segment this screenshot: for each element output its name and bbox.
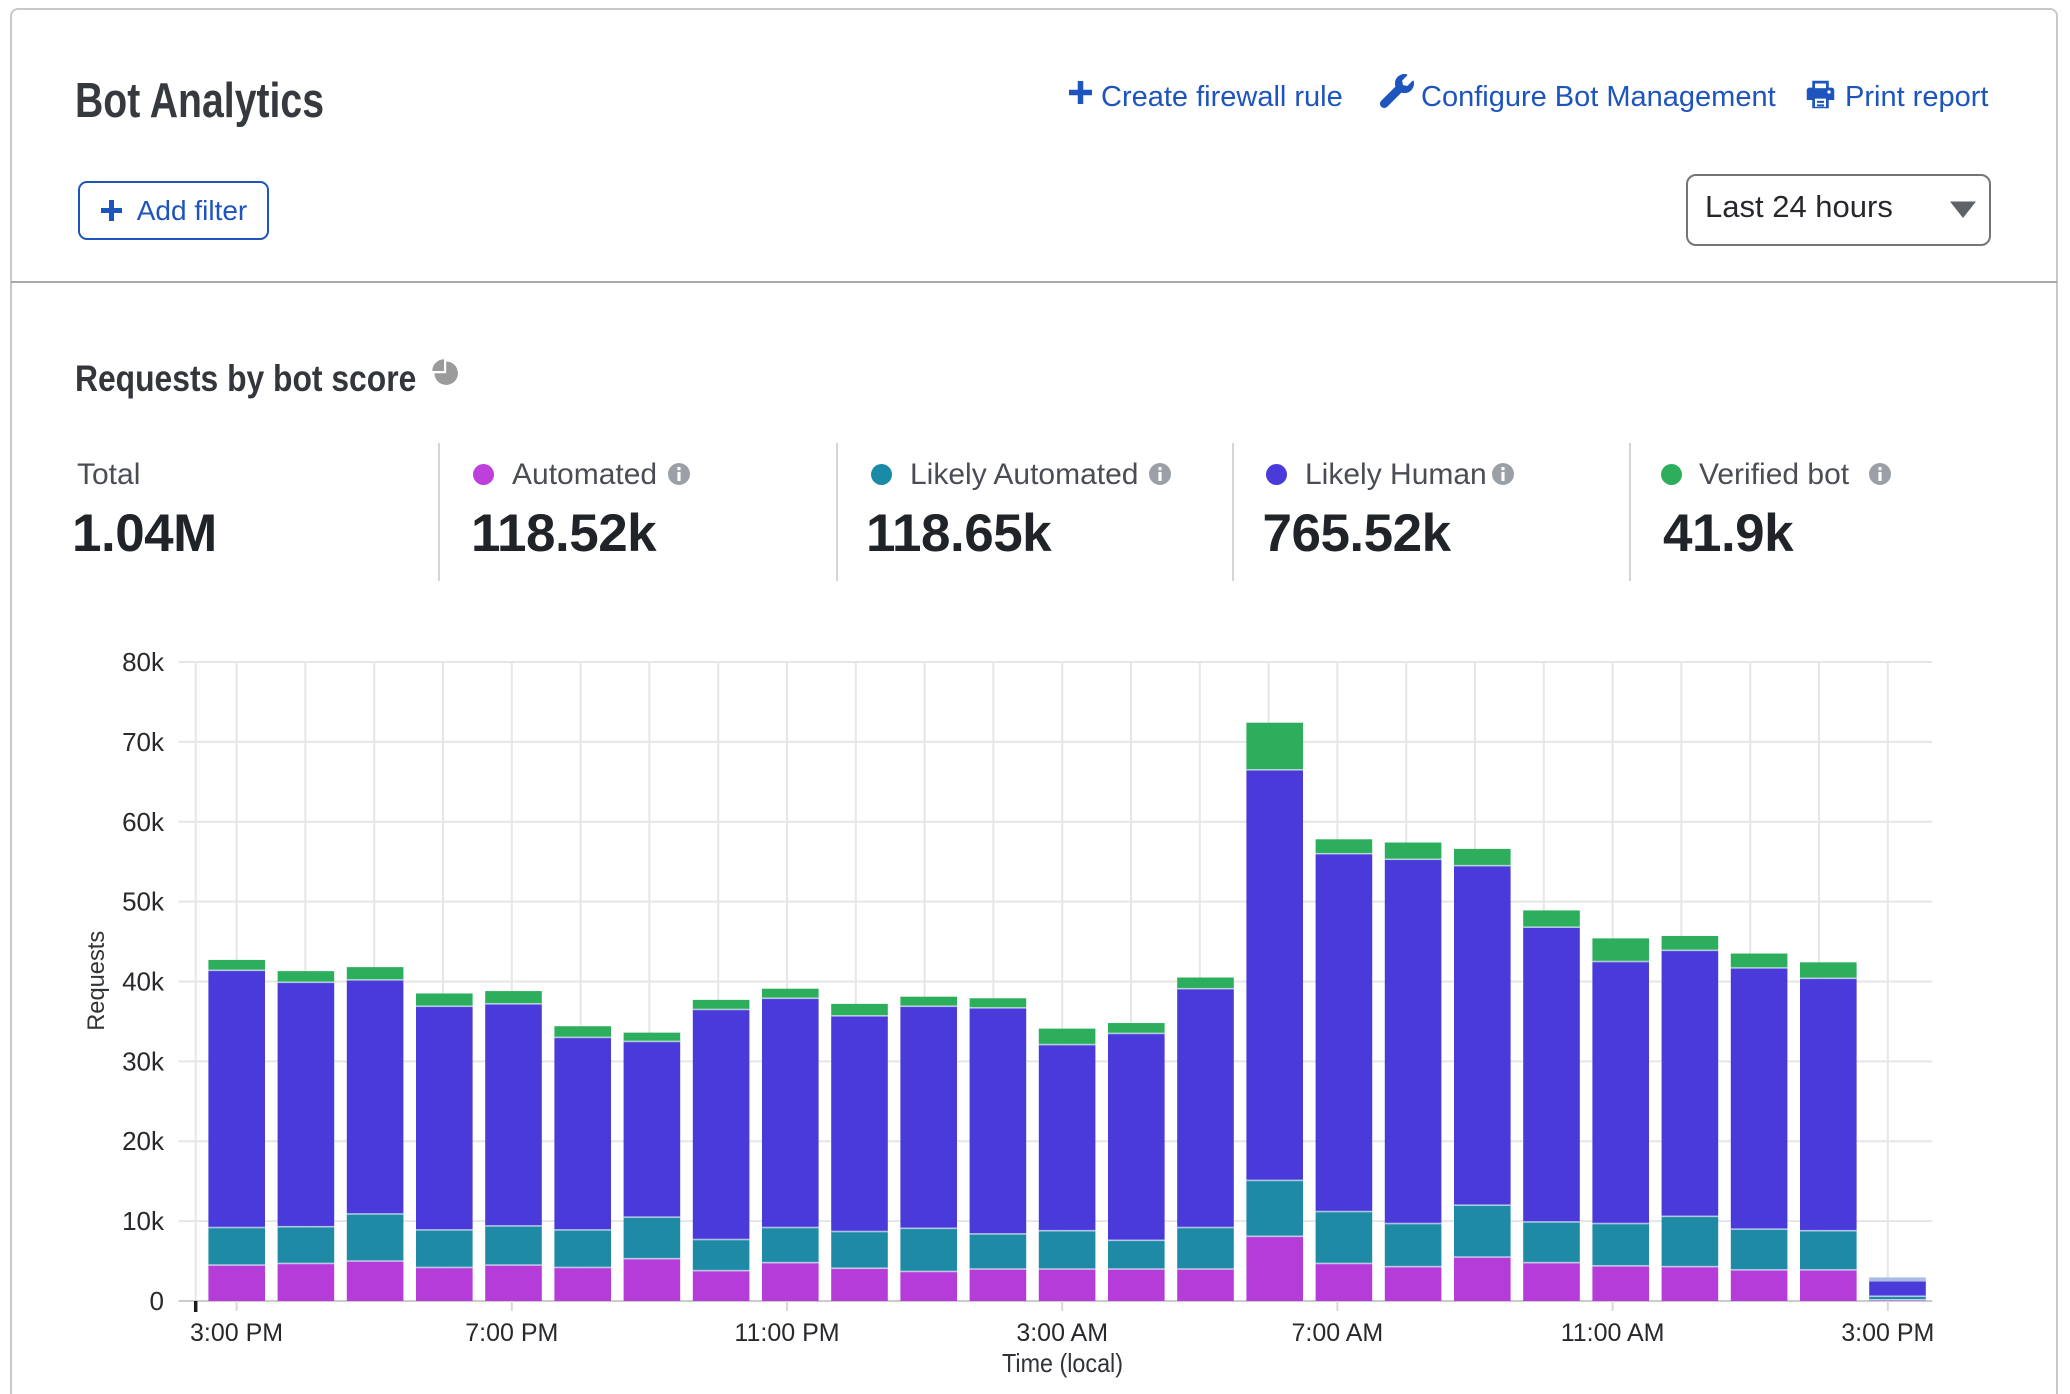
svg-text:0: 0 — [150, 1286, 164, 1316]
svg-text:Time (local): Time (local) — [1002, 1348, 1123, 1378]
svg-text:10k: 10k — [122, 1206, 165, 1236]
svg-text:70k: 70k — [122, 727, 165, 757]
svg-text:50k: 50k — [122, 887, 165, 917]
svg-text:20k: 20k — [122, 1126, 165, 1156]
svg-text:30k: 30k — [122, 1046, 165, 1076]
svg-text:3:00 PM: 3:00 PM — [1841, 1319, 1934, 1347]
svg-text:11:00 PM: 11:00 PM — [734, 1319, 839, 1347]
svg-text:Requests: Requests — [83, 931, 110, 1031]
svg-text:80k: 80k — [122, 647, 165, 677]
svg-text:60k: 60k — [122, 807, 165, 837]
svg-text:3:00 PM: 3:00 PM — [190, 1319, 283, 1347]
svg-text:7:00 PM: 7:00 PM — [465, 1319, 558, 1347]
svg-text:11:00 AM: 11:00 AM — [1561, 1319, 1665, 1347]
svg-text:3:00 AM: 3:00 AM — [1016, 1319, 1108, 1347]
svg-text:40k: 40k — [122, 967, 165, 997]
svg-text:7:00 AM: 7:00 AM — [1292, 1319, 1384, 1347]
